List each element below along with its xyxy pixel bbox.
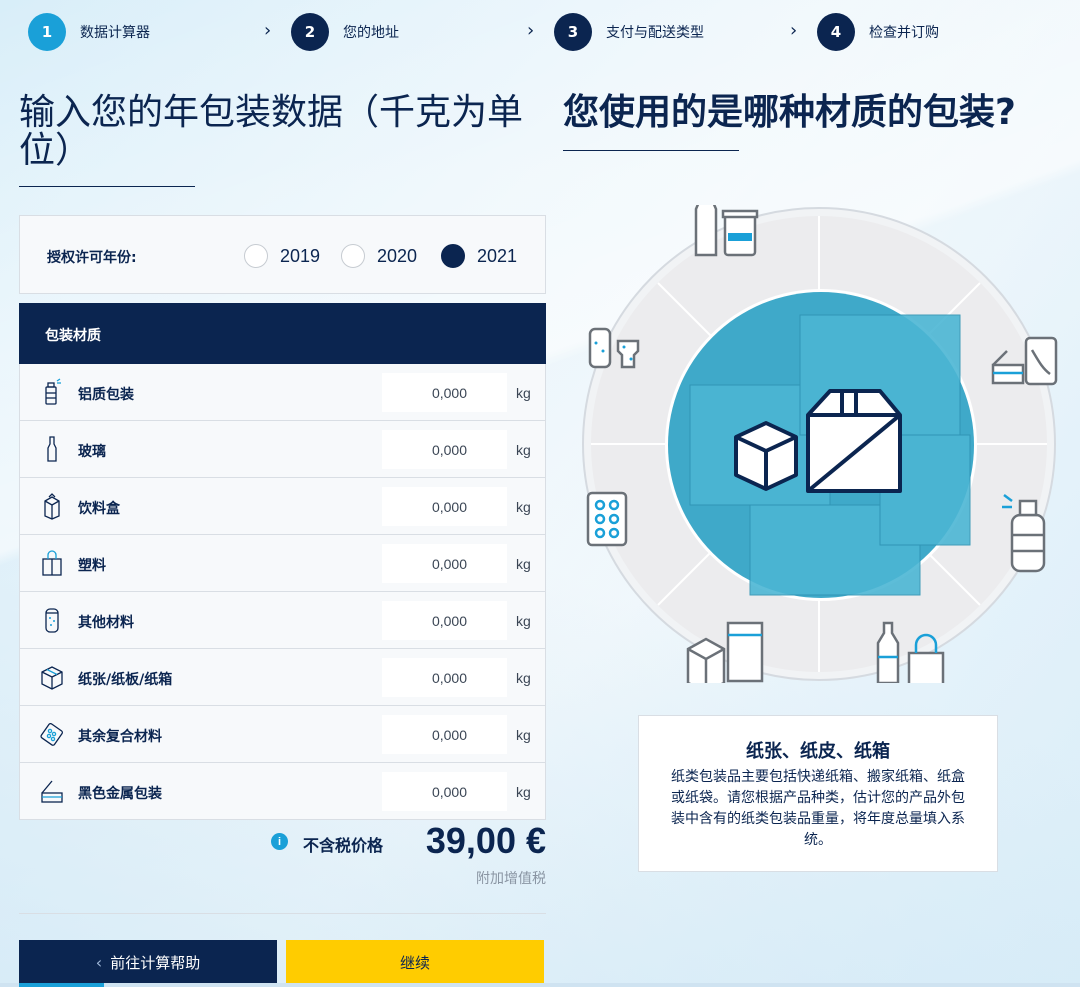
unit-label: kg	[516, 385, 531, 401]
vat-note: 附加增值税	[476, 871, 546, 887]
material-name: 其他材料	[78, 615, 134, 631]
material-name: 黑色金属包装	[78, 786, 162, 802]
price-value: 39,00 €	[425, 820, 546, 861]
radio-year-2020[interactable]: 2020	[341, 244, 417, 268]
weight-input-beverage-carton[interactable]	[382, 487, 507, 526]
weight-input-other-materials[interactable]	[382, 601, 507, 640]
weight-input-aluminium[interactable]	[382, 373, 507, 412]
table-row: 黑色金属包装 kg	[19, 763, 546, 820]
unit-label: kg	[516, 556, 531, 572]
divider	[19, 913, 546, 914]
material-info-title: 纸张、纸皮、纸箱	[746, 741, 890, 762]
step-1[interactable]: 1 数据计算器	[28, 12, 150, 52]
table-row: 纸张/纸板/纸箱 kg	[19, 649, 546, 706]
chevron-right-icon: ›	[527, 20, 535, 41]
blister-pack-icon	[40, 722, 64, 746]
radio-circle-selected[interactable]	[441, 244, 465, 268]
table-row: 铝质包装 kg	[19, 364, 546, 421]
calculation-help-button[interactable]: ‹ 前往计算帮助	[19, 940, 277, 984]
table-row: 饮料盒 kg	[19, 478, 546, 535]
step-number: 4	[817, 13, 855, 51]
title-underline	[563, 150, 739, 151]
radio-label: 2021	[477, 245, 518, 266]
weight-input-composite[interactable]	[382, 715, 507, 754]
step-number: 1	[28, 13, 66, 51]
checkout-stepper: 1 数据计算器 › 2 您的地址 › 3 支付与配送类型 › 4 检查并订购	[28, 12, 1078, 52]
material-name: 纸张/纸板/纸箱	[78, 672, 173, 688]
progress-strip	[0, 983, 1080, 987]
material-info-card: 纸张、纸皮、纸箱 纸类包装品主要包括快递纸箱、搬家纸箱、纸盒或纸袋。请您根据产品…	[638, 715, 998, 872]
blister-pack-icon	[586, 491, 628, 547]
table-row: 其他材料 kg	[19, 592, 546, 649]
radio-circle[interactable]	[244, 244, 268, 268]
info-icon[interactable]: i	[271, 833, 288, 850]
materials-table: 铝质包装 kg 玻璃 kg 饮料盒 kg 塑料 kg 其他材料 kg	[19, 364, 546, 820]
step-label: 支付与配送类型	[606, 25, 704, 41]
plastic-bag-icon	[42, 550, 62, 576]
glass-bottle-icon	[47, 436, 57, 462]
step-4[interactable]: 4 检查并订购	[817, 12, 939, 52]
radio-label: 2019	[280, 245, 321, 266]
weight-input-plastic[interactable]	[382, 544, 507, 583]
table-header-label: 包装材质	[45, 328, 101, 344]
title-underline	[19, 186, 195, 187]
materials-table-header: 包装材质	[19, 303, 546, 364]
step-3[interactable]: 3 支付与配送类型	[554, 12, 704, 52]
chevron-left-icon: ‹	[95, 952, 103, 972]
radio-circle[interactable]	[341, 244, 365, 268]
button-label: 前往计算帮助	[110, 953, 201, 972]
material-name: 铝质包装	[78, 387, 134, 403]
material-wheel	[582, 205, 1058, 683]
table-row: 玻璃 kg	[19, 421, 546, 478]
unit-label: kg	[516, 442, 531, 458]
step-number: 3	[554, 13, 592, 51]
unit-label: kg	[516, 784, 531, 800]
material-info-description: 纸类包装品主要包括快递纸箱、搬家纸箱、纸盒或纸袋。请您根据产品种类，估计您的产品…	[671, 769, 965, 848]
tin-can-icon	[41, 780, 63, 803]
step-2[interactable]: 2 您的地址	[291, 12, 399, 52]
radio-label: 2020	[377, 245, 418, 266]
material-question-title: 您使用的是哪种材质的包装?	[563, 92, 1016, 133]
table-row: 塑料 kg	[19, 535, 546, 592]
material-name: 塑料	[78, 558, 106, 574]
license-year-label: 授权许可年份:	[47, 250, 137, 266]
cardboard-box-icon	[41, 666, 63, 690]
step-number: 2	[291, 13, 329, 51]
spray-can-icon	[45, 378, 61, 405]
unit-label: kg	[516, 727, 531, 743]
unit-label: kg	[516, 670, 531, 686]
unit-label: kg	[516, 613, 531, 629]
material-name: 饮料盒	[78, 501, 120, 517]
radio-year-2019[interactable]: 2019	[244, 244, 320, 268]
material-name: 其余复合材料	[78, 729, 162, 745]
weight-input-paper-cardboard[interactable]	[382, 658, 507, 697]
beverage-carton-icon	[44, 493, 60, 520]
weight-input-ferrous-metal[interactable]	[382, 772, 507, 811]
chevron-right-icon: ›	[790, 20, 798, 41]
glass-bottle-icon	[694, 205, 759, 257]
step-label: 您的地址	[343, 25, 399, 41]
weight-input-glass[interactable]	[382, 430, 507, 469]
step-label: 检查并订购	[869, 25, 939, 41]
container-icon	[45, 608, 59, 633]
continue-button[interactable]: 继续	[286, 940, 544, 984]
radio-year-2021[interactable]: 2021	[441, 244, 517, 268]
license-year-selector: 授权许可年份: 2019 2020 2021	[19, 215, 546, 294]
chevron-right-icon: ›	[264, 20, 272, 41]
material-name: 玻璃	[78, 444, 106, 460]
price-label: 不含税价格	[303, 836, 384, 855]
step-label: 数据计算器	[80, 25, 150, 41]
page-title: 输入您的年包装数据（千克为单位）	[19, 92, 524, 171]
table-row: 其余复合材料 kg	[19, 706, 546, 763]
unit-label: kg	[516, 499, 531, 515]
